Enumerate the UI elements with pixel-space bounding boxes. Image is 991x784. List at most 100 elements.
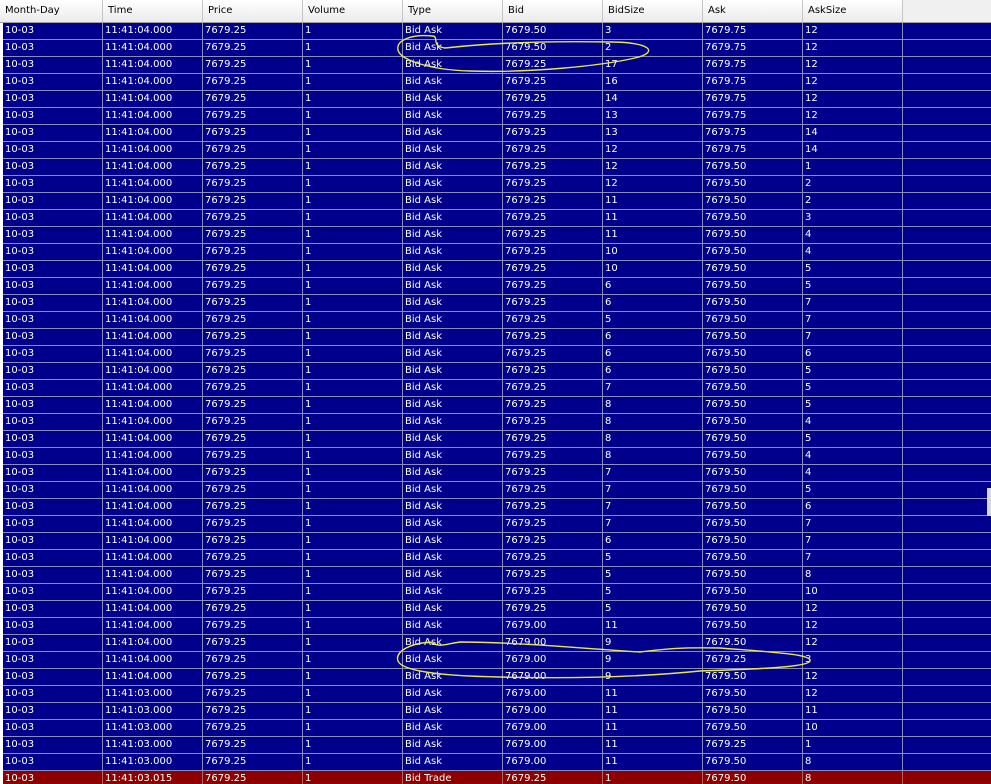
cell-month-day: 10-03 xyxy=(3,40,103,56)
cell-type: Bid Ask xyxy=(403,57,503,73)
table-row[interactable]: 10-03 11:41:03.000 7679.25 1 Bid Ask 7679.00 1… xyxy=(3,703,991,720)
table-row[interactable]: 10-03 11:41:04.000 7679.25 1 Bid Ask 7679.25 1… xyxy=(3,244,991,261)
table-row[interactable]: 10-03 11:41:04.000 7679.25 1 Bid Ask 7679.25 5… xyxy=(3,584,991,601)
table-row[interactable]: 10-03 11:41:04.000 7679.25 1 Bid Ask 7679.25 8… xyxy=(3,414,991,431)
cell-time: 11:41:04.000 xyxy=(103,108,203,124)
cell-type: Bid Ask xyxy=(403,652,503,668)
table-row[interactable]: 10-03 11:41:04.000 7679.25 1 Bid Ask 7679.00 9… xyxy=(3,652,991,669)
table-row[interactable]: 10-03 11:41:04.000 7679.25 1 Bid Ask 7679.25 7… xyxy=(3,516,991,533)
table-row[interactable]: 10-03 11:41:04.000 7679.25 1 Bid Ask 7679.25 1… xyxy=(3,227,991,244)
scrollbar-thumb[interactable] xyxy=(987,488,991,516)
cell-asksize: 5 xyxy=(803,431,903,447)
cell-asksize: 5 xyxy=(803,397,903,413)
table-row[interactable]: 10-03 11:41:03.015 7679.25 1 Bid Trade 7679.2… xyxy=(3,771,991,784)
cell-blank xyxy=(903,91,991,107)
cell-bidsize: 8 xyxy=(603,448,703,464)
table-row[interactable]: 10-03 11:41:04.000 7679.25 1 Bid Ask 7679.25 1… xyxy=(3,159,991,176)
cell-type: Bid Ask xyxy=(403,380,503,396)
cell-bid: 7679.25 xyxy=(503,227,603,243)
table-row[interactable]: 10-03 11:41:04.000 7679.25 1 Bid Ask 7679.25 6… xyxy=(3,329,991,346)
table-row[interactable]: 10-03 11:41:04.000 7679.25 1 Bid Ask 7679.25 5… xyxy=(3,567,991,584)
cell-blank xyxy=(903,295,991,311)
column-header-month-day[interactable]: Month-Day xyxy=(0,0,103,22)
table-row[interactable]: 10-03 11:41:04.000 7679.25 1 Bid Ask 7679.25 1… xyxy=(3,176,991,193)
table-row[interactable]: 10-03 11:41:04.000 7679.25 1 Bid Ask 7679.25 5… xyxy=(3,550,991,567)
table-row[interactable]: 10-03 11:41:04.000 7679.25 1 Bid Ask 7679.25 6… xyxy=(3,346,991,363)
cell-blank xyxy=(903,737,991,753)
cell-bidsize: 5 xyxy=(603,584,703,600)
table-row[interactable]: 10-03 11:41:04.000 7679.25 1 Bid Ask 7679.25 1… xyxy=(3,210,991,227)
column-header-ask[interactable]: Ask xyxy=(703,0,803,22)
cell-ask: 7679.50 xyxy=(703,210,803,226)
table-row[interactable]: 10-03 11:41:04.000 7679.25 1 Bid Ask 7679.25 1… xyxy=(3,74,991,91)
cell-blank xyxy=(903,618,991,634)
cell-month-day: 10-03 xyxy=(3,652,103,668)
table-row[interactable]: 10-03 11:41:04.000 7679.25 1 Bid Ask 7679.25 6… xyxy=(3,533,991,550)
cell-ask: 7679.50 xyxy=(703,618,803,634)
time-and-sales-grid: Month-Day Time Price Volume Type Bid BidSize As… xyxy=(0,0,991,784)
column-header-price[interactable]: Price xyxy=(203,0,303,22)
table-row[interactable]: 10-03 11:41:04.000 7679.25 1 Bid Ask 7679.25 7… xyxy=(3,499,991,516)
column-header-asksize[interactable]: AskSize xyxy=(803,0,903,22)
table-row[interactable]: 10-03 11:41:04.000 7679.25 1 Bid Ask 7679.00 9… xyxy=(3,635,991,652)
table-row[interactable]: 10-03 11:41:04.000 7679.25 1 Bid Ask 7679.25 1… xyxy=(3,91,991,108)
cell-type: Bid Ask xyxy=(403,244,503,260)
table-row[interactable]: 10-03 11:41:04.000 7679.25 1 Bid Ask 7679.25 5… xyxy=(3,312,991,329)
table-row[interactable]: 10-03 11:41:04.000 7679.25 1 Bid Ask 7679.00 9… xyxy=(3,669,991,686)
cell-bidsize: 6 xyxy=(603,329,703,345)
table-row[interactable]: 10-03 11:41:04.000 7679.25 1 Bid Ask 7679.50 3… xyxy=(3,23,991,40)
cell-price: 7679.25 xyxy=(203,380,303,396)
cell-volume: 1 xyxy=(303,754,403,770)
cell-time: 11:41:04.000 xyxy=(103,346,203,362)
table-row[interactable]: 10-03 11:41:04.000 7679.25 1 Bid Ask 7679.00 1… xyxy=(3,618,991,635)
cell-type: Bid Trade xyxy=(403,771,503,784)
table-row[interactable]: 10-03 11:41:04.000 7679.25 1 Bid Ask 7679.25 1… xyxy=(3,261,991,278)
table-row[interactable]: 10-03 11:41:04.000 7679.25 1 Bid Ask 7679.25 1… xyxy=(3,108,991,125)
column-header-bid[interactable]: Bid xyxy=(503,0,603,22)
cell-asksize: 6 xyxy=(803,346,903,362)
table-row[interactable]: 10-03 11:41:03.000 7679.25 1 Bid Ask 7679.00 1… xyxy=(3,720,991,737)
table-row[interactable]: 10-03 11:41:04.000 7679.25 1 Bid Ask 7679.25 6… xyxy=(3,295,991,312)
table-row[interactable]: 10-03 11:41:04.000 7679.25 1 Bid Ask 7679.25 7… xyxy=(3,482,991,499)
column-header-volume[interactable]: Volume xyxy=(303,0,403,22)
table-row[interactable]: 10-03 11:41:04.000 7679.25 1 Bid Ask 7679.25 7… xyxy=(3,380,991,397)
cell-ask: 7679.50 xyxy=(703,176,803,192)
table-row[interactable]: 10-03 11:41:04.000 7679.25 1 Bid Ask 7679.25 5… xyxy=(3,601,991,618)
table-row[interactable]: 10-03 11:41:04.000 7679.25 1 Bid Ask 7679.25 8… xyxy=(3,431,991,448)
table-row[interactable]: 10-03 11:41:04.000 7679.25 1 Bid Ask 7679.25 8… xyxy=(3,448,991,465)
cell-bidsize: 5 xyxy=(603,312,703,328)
cell-bidsize: 17 xyxy=(603,57,703,73)
column-header-time[interactable]: Time xyxy=(103,0,203,22)
cell-ask: 7679.75 xyxy=(703,23,803,39)
cell-time: 11:41:04.000 xyxy=(103,176,203,192)
column-header-bidsize[interactable]: BidSize xyxy=(603,0,703,22)
cell-bidsize: 5 xyxy=(603,601,703,617)
cell-type: Bid Ask xyxy=(403,703,503,719)
table-row[interactable]: 10-03 11:41:04.000 7679.25 1 Bid Ask 7679.50 2… xyxy=(3,40,991,57)
cell-asksize: 12 xyxy=(803,686,903,702)
table-row[interactable]: 10-03 11:41:04.000 7679.25 1 Bid Ask 7679.25 1… xyxy=(3,142,991,159)
cell-ask: 7679.50 xyxy=(703,244,803,260)
cell-ask: 7679.50 xyxy=(703,431,803,447)
cell-month-day: 10-03 xyxy=(3,312,103,328)
table-row[interactable]: 10-03 11:41:04.000 7679.25 1 Bid Ask 7679.25 6… xyxy=(3,363,991,380)
cell-time: 11:41:04.000 xyxy=(103,618,203,634)
cell-blank xyxy=(903,142,991,158)
table-row[interactable]: 10-03 11:41:04.000 7679.25 1 Bid Ask 7679.25 6… xyxy=(3,278,991,295)
table-row[interactable]: 10-03 11:41:04.000 7679.25 1 Bid Ask 7679.25 1… xyxy=(3,125,991,142)
table-row[interactable]: 10-03 11:41:04.000 7679.25 1 Bid Ask 7679.25 1… xyxy=(3,193,991,210)
table-row[interactable]: 10-03 11:41:04.000 7679.25 1 Bid Ask 7679.25 7… xyxy=(3,465,991,482)
table-row[interactable]: 10-03 11:41:04.000 7679.25 1 Bid Ask 7679.25 1… xyxy=(3,57,991,74)
cell-ask: 7679.50 xyxy=(703,227,803,243)
cell-time: 11:41:04.000 xyxy=(103,584,203,600)
table-row[interactable]: 10-03 11:41:03.000 7679.25 1 Bid Ask 7679.00 1… xyxy=(3,686,991,703)
cell-volume: 1 xyxy=(303,193,403,209)
table-row[interactable]: 10-03 11:41:04.000 7679.25 1 Bid Ask 7679.25 8… xyxy=(3,397,991,414)
cell-asksize: 14 xyxy=(803,142,903,158)
column-header-row: Month-Day Time Price Volume Type Bid BidSize As… xyxy=(0,0,991,23)
cell-month-day: 10-03 xyxy=(3,142,103,158)
column-header-type[interactable]: Type xyxy=(403,0,503,22)
cell-type: Bid Ask xyxy=(403,346,503,362)
table-row[interactable]: 10-03 11:41:03.000 7679.25 1 Bid Ask 7679.00 1… xyxy=(3,754,991,771)
table-row[interactable]: 10-03 11:41:03.000 7679.25 1 Bid Ask 7679.00 1… xyxy=(3,737,991,754)
